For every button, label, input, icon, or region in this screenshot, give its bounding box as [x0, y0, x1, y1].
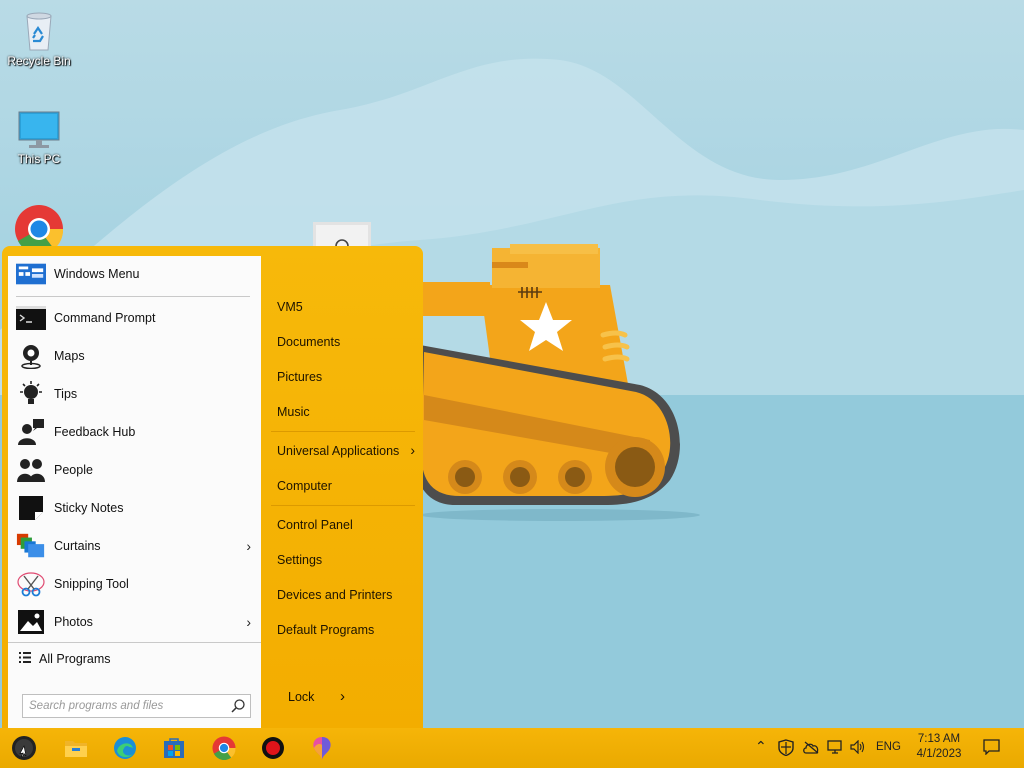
volume-icon[interactable] — [850, 740, 866, 754]
clock[interactable]: 7:13 AM 4/1/2023 — [910, 732, 968, 762]
programs-pane: Windows Menu Command Prompt Maps Tips Fe… — [8, 256, 261, 728]
recycle-bin-icon — [26, 12, 52, 51]
curtains-icon — [16, 532, 46, 560]
search-icon[interactable] — [230, 698, 246, 714]
program-maps[interactable]: Maps — [8, 338, 261, 374]
right-item-computer[interactable]: Computer — [277, 479, 332, 493]
desktop-icon-label: Recycle Bin — [7, 54, 71, 68]
show-hidden-icons-chevron-icon[interactable]: ⌃ — [755, 738, 767, 755]
program-label: Sticky Notes — [54, 501, 124, 515]
chevron-right-icon: › — [410, 442, 415, 458]
people-icon — [16, 456, 46, 484]
right-item-label: Universal Applications — [277, 444, 400, 458]
onedrive-cloud-icon[interactable] — [802, 741, 820, 754]
right-item-documents[interactable]: Documents — [277, 335, 340, 349]
right-item-pictures[interactable]: Pictures — [277, 370, 322, 384]
program-tips[interactable]: Tips — [8, 376, 261, 412]
program-people[interactable]: People — [8, 452, 261, 488]
desktop-icon-this-pc[interactable]: This PC — [1, 110, 77, 166]
program-photos[interactable]: Photos › — [8, 604, 261, 640]
language-indicator[interactable]: ENG — [876, 741, 901, 753]
program-windows-menu[interactable]: Windows Menu — [8, 256, 261, 292]
taskbar-paint[interactable] — [308, 734, 336, 762]
chevron-right-icon: › — [246, 538, 251, 554]
windows-menu-icon — [16, 260, 46, 288]
paint-icon — [313, 737, 331, 759]
chrome-icon — [212, 736, 236, 760]
program-label: Curtains — [54, 539, 101, 553]
tips-icon — [16, 380, 46, 408]
desktop-icon-label: This PC — [17, 152, 61, 166]
search-input[interactable] — [23, 695, 223, 717]
feedback-hub-icon — [16, 418, 46, 446]
program-sticky-notes[interactable]: Sticky Notes — [8, 490, 261, 526]
right-item-control-panel[interactable]: Control Panel — [277, 518, 353, 532]
program-label: Feedback Hub — [54, 425, 136, 439]
action-center-notification-icon[interactable] — [983, 739, 1000, 755]
divider — [271, 431, 415, 432]
program-label: Maps — [54, 349, 85, 363]
clock-date: 4/1/2023 — [916, 748, 962, 760]
start-button-icon — [12, 736, 36, 760]
chevron-right-icon: › — [246, 614, 251, 630]
snipping-tool-icon — [16, 570, 46, 598]
taskbar-file-explorer[interactable] — [62, 734, 90, 762]
taskbar-store[interactable] — [160, 734, 188, 762]
monitor-icon — [18, 111, 60, 148]
photos-icon — [16, 608, 46, 636]
edge-icon — [114, 737, 136, 759]
divider — [271, 505, 415, 506]
desktop-icon-recycle-bin[interactable]: Recycle Bin — [1, 10, 77, 68]
lock-label: Lock — [288, 690, 315, 704]
right-item-music[interactable]: Music — [277, 405, 310, 419]
file-explorer-icon — [65, 741, 87, 757]
clock-time: 7:13 AM — [917, 733, 961, 745]
lock-button[interactable]: Lock › — [288, 688, 368, 708]
command-prompt-icon — [16, 304, 46, 332]
sticky-notes-icon — [16, 494, 46, 522]
security-shield-icon[interactable] — [778, 739, 794, 756]
start-button[interactable] — [10, 734, 38, 762]
right-item-universal-applications[interactable]: Universal Applications › — [277, 442, 415, 458]
list-icon — [19, 652, 31, 666]
taskbar-recorder[interactable] — [259, 734, 287, 762]
program-label: Snipping Tool — [54, 577, 129, 591]
chevron-right-icon[interactable]: › — [340, 688, 345, 705]
program-feedback-hub[interactable]: Feedback Hub — [8, 414, 261, 450]
program-curtains[interactable]: Curtains › — [8, 528, 261, 564]
program-snipping-tool[interactable]: Snipping Tool — [8, 566, 261, 602]
program-label: Photos — [54, 615, 93, 629]
all-programs-button[interactable]: All Programs — [8, 644, 261, 674]
program-label: Windows Menu — [54, 267, 140, 281]
taskbar: ⌃ ENG 7:13 AM 4/1/2023 — [0, 728, 1024, 768]
program-command-prompt[interactable]: Command Prompt — [8, 300, 261, 336]
all-programs-label: All Programs — [39, 652, 111, 666]
program-label: Tips — [54, 387, 78, 401]
network-icon[interactable] — [827, 740, 844, 755]
right-item-devices-and-printers[interactable]: Devices and Printers — [277, 588, 392, 602]
program-label: Command Prompt — [54, 311, 156, 325]
divider — [8, 642, 261, 643]
program-label: People — [54, 463, 93, 477]
taskbar-chrome[interactable] — [210, 734, 238, 762]
right-item-vm5[interactable]: VM5 — [277, 300, 303, 314]
search-box[interactable] — [22, 694, 251, 718]
right-item-default-programs[interactable]: Default Programs — [277, 623, 374, 637]
start-menu: Windows Menu Command Prompt Maps Tips Fe… — [2, 246, 423, 728]
right-item-settings[interactable]: Settings — [277, 553, 322, 567]
divider — [16, 296, 250, 297]
record-icon — [262, 737, 284, 759]
maps-icon — [16, 342, 46, 370]
store-icon — [164, 738, 184, 758]
taskbar-edge[interactable] — [111, 734, 139, 762]
